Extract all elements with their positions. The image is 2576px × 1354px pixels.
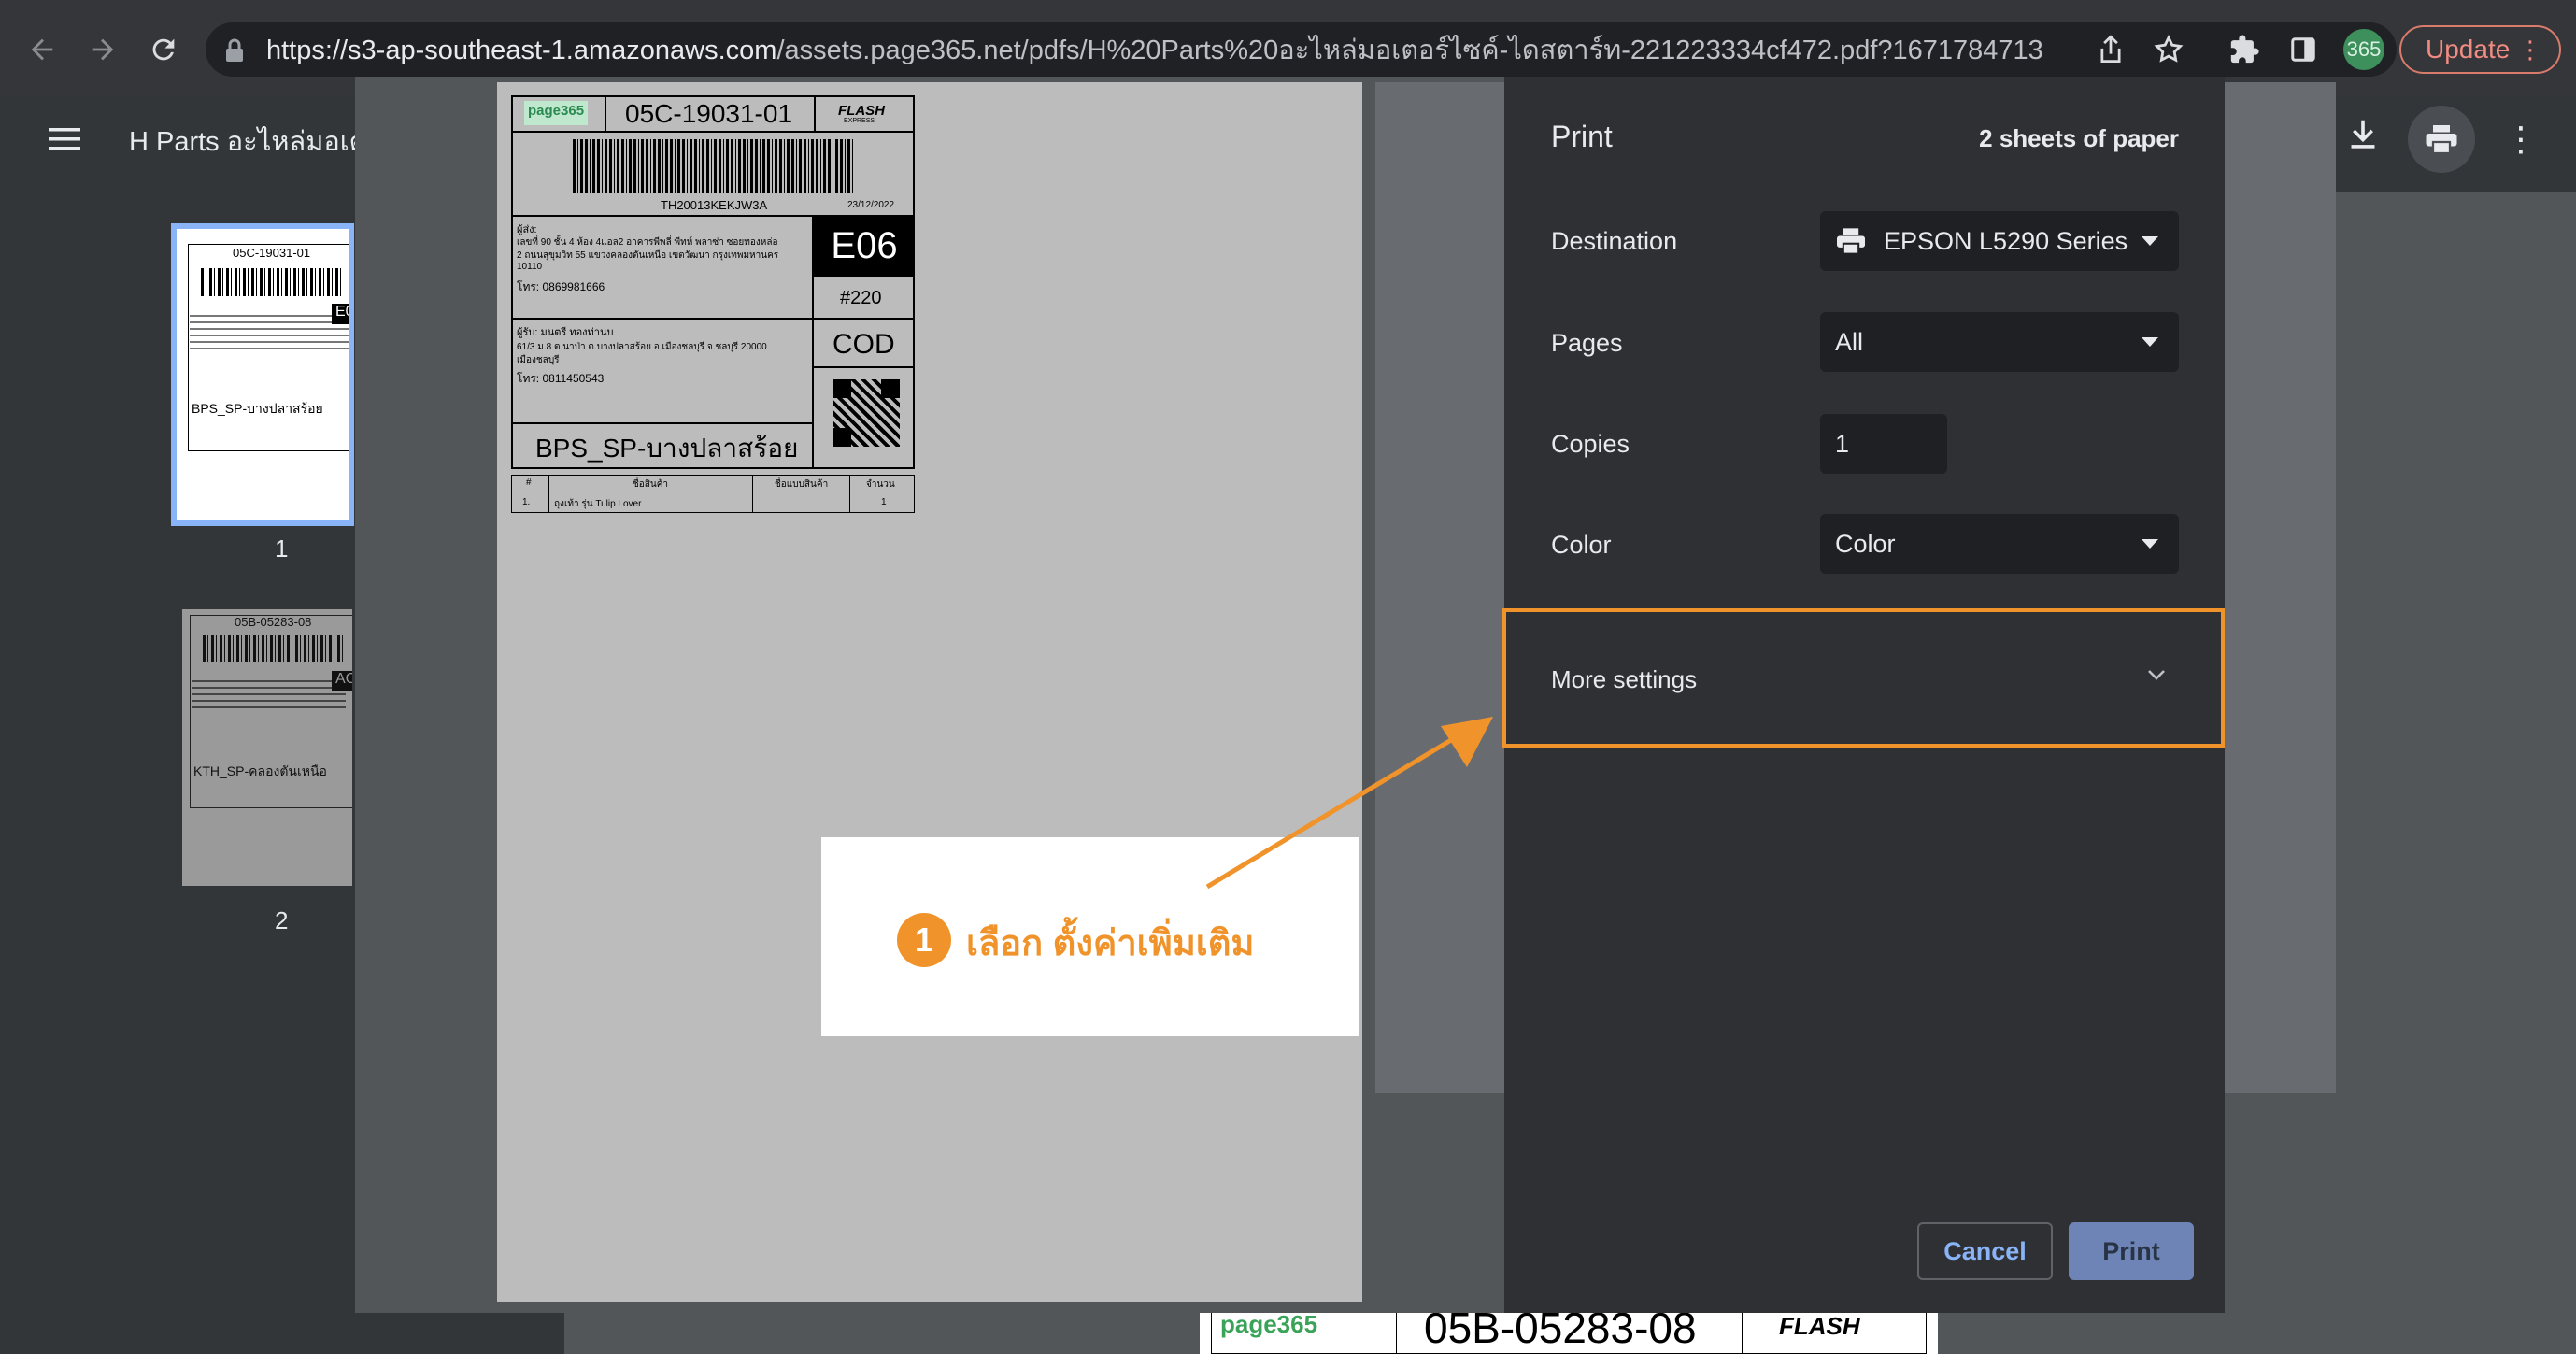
copies-label: Copies — [1551, 430, 1630, 458]
url-text[interactable]: https://s3-ap-southeast-1.amazonaws.com/… — [266, 32, 2043, 69]
update-button[interactable]: Update ⋮ — [2399, 25, 2561, 74]
side-panel-icon[interactable] — [2283, 29, 2324, 70]
lock-icon — [224, 38, 247, 64]
destination-label: Destination — [1551, 227, 1678, 255]
print-title: Print — [1551, 120, 1613, 153]
more-options-icon[interactable]: ⋮ — [2504, 120, 2538, 159]
thumbnail-page-number: 1 — [275, 534, 289, 563]
color-label: Color — [1551, 531, 1612, 559]
step-number-badge: 1 — [897, 913, 951, 967]
url-path: /assets.page365.net/pdfs/H%20Parts%20อะไ… — [776, 36, 2043, 65]
route-number: #220 — [840, 288, 882, 308]
receiver-address-line: เมืองชลบุรี — [517, 355, 560, 365]
receiver-address-line: 61/3 ม.8 ต นาป่า ต.บางปลาสร้อย อ.เมืองชล… — [517, 342, 767, 352]
thumbnail-code: 05C-19031-01 — [233, 246, 311, 260]
tracking-number: TH20013KEKJW3A — [661, 198, 768, 212]
sheet-count: 2 sheets of paper — [1979, 124, 2179, 152]
print-icon[interactable] — [2408, 106, 2475, 173]
extensions-icon[interactable] — [2224, 29, 2265, 70]
dropdown-arrow-icon — [2142, 236, 2158, 246]
more-settings-toggle[interactable]: More settings — [1551, 665, 1697, 694]
destination-select[interactable]: EPSON L5290 Series — [1820, 211, 2179, 271]
bookmark-star-icon[interactable] — [2148, 29, 2189, 70]
thumbnail-page-2[interactable]: 05B-05283-08 AC KTH_SP-คลองตันเหนือ — [182, 609, 352, 886]
thumbnail-barcode — [203, 635, 343, 662]
dropdown-arrow-icon — [2142, 539, 2158, 549]
destination-value: EPSON L5290 Series — [1884, 226, 2128, 255]
update-label: Update — [2426, 35, 2511, 64]
barcode — [573, 139, 853, 193]
color-value: Color — [1835, 529, 1896, 558]
thumbnail-destination: KTH_SP-คลองตันเหนือ — [193, 763, 327, 778]
pdf-title: H Parts อะไหล่มอเต — [129, 127, 367, 157]
pages-label: Pages — [1551, 329, 1623, 357]
annotation-text: เลือก ตั้งค่าเพิ่มเติม — [966, 924, 1255, 963]
table-header: จำนวน — [866, 479, 895, 490]
carrier-sub: EXPRESS — [844, 118, 875, 124]
profile-avatar[interactable]: 365 — [2343, 29, 2384, 70]
shipping-label: page365 05C-19031-01 FLASH EXPRESS TH200… — [511, 95, 915, 515]
pdf-page-peek: page365 05B-05283-08 FLASH — [1200, 1304, 1938, 1354]
sender-address-line: เลขที่ 90 ชั้น 4 ห้อง 4แอล2 อาคารพีพลี่ … — [517, 237, 778, 248]
reload-icon[interactable] — [140, 26, 187, 73]
carrier-logo: FLASH — [1779, 1312, 1860, 1340]
thumbnail-page-number: 2 — [275, 906, 289, 934]
thumbnail-code: 05B-05283-08 — [235, 615, 312, 629]
kebab-menu-icon: ⋮ — [2518, 36, 2542, 64]
forward-icon[interactable] — [79, 26, 126, 73]
carrier-logo: FLASH — [838, 103, 885, 119]
thumbnail-text-lines — [192, 680, 346, 710]
table-cell: ถุงเท้า รุ่น Tulip Lover — [554, 499, 642, 509]
hamburger-menu-icon[interactable] — [49, 126, 82, 154]
thumbnail-sort-code: E0 — [332, 304, 349, 324]
sort-code: E06 — [814, 217, 915, 275]
thumbnail-barcode — [201, 268, 341, 296]
copies-input[interactable]: 1 — [1820, 414, 1947, 474]
brand-logo: page365 — [524, 101, 588, 125]
download-icon[interactable] — [2347, 118, 2388, 159]
pages-value: All — [1835, 327, 1864, 356]
url-host: https://s3-ap-southeast-1.amazonaws.com — [266, 36, 777, 65]
payment-method: COD — [833, 329, 895, 360]
sender-phone: โทร: 0869981666 — [517, 280, 605, 293]
sender-address-line: 2 ถนนสุขุมวิท 55 แขวงคลองตันเหนือ เขตวัฒ… — [517, 250, 779, 261]
table-cell: 1. — [522, 497, 531, 507]
label-date: 23/12/2022 — [847, 200, 895, 210]
receiver-heading: ผู้รับ: มนตรี ทองท่านบ — [517, 327, 614, 338]
thumbnail-text-lines — [190, 315, 349, 349]
annotation-arrow — [1205, 717, 1493, 890]
cancel-button[interactable]: Cancel — [1917, 1222, 2053, 1280]
order-code: 05C-19031-01 — [625, 99, 793, 128]
destination-code: BPS_SP-บางปลาสร้อย — [535, 434, 799, 463]
table-header: ชื่อแบบสินค้า — [775, 479, 829, 490]
thumbnail-sort-code: AC — [332, 671, 352, 691]
table-header: ชื่อสินค้า — [633, 479, 669, 490]
color-select[interactable]: Color — [1820, 514, 2179, 574]
sender-address-line: 10110 — [517, 262, 543, 272]
share-icon[interactable] — [2090, 29, 2131, 70]
thumbnail-destination: BPS_SP-บางปลาสร้อย — [192, 401, 323, 416]
print-button[interactable]: Print — [2069, 1222, 2194, 1280]
table-cell: 1 — [881, 497, 887, 507]
back-icon[interactable] — [19, 26, 65, 73]
thumbnail-page-1[interactable]: 05C-19031-01 E0 BPS_SP-บางปลาสร้อย — [171, 223, 354, 526]
expand-chevron-icon[interactable] — [2145, 667, 2170, 684]
table-header: # — [526, 477, 532, 488]
qr-code — [833, 379, 900, 447]
receiver-phone: โทร: 0811450543 — [517, 372, 605, 385]
dropdown-arrow-icon — [2142, 337, 2158, 347]
copies-value: 1 — [1835, 429, 1850, 458]
pages-select[interactable]: All — [1820, 312, 2179, 372]
brand-logo: page365 — [1220, 1310, 1318, 1338]
printer-icon — [1835, 227, 1867, 255]
